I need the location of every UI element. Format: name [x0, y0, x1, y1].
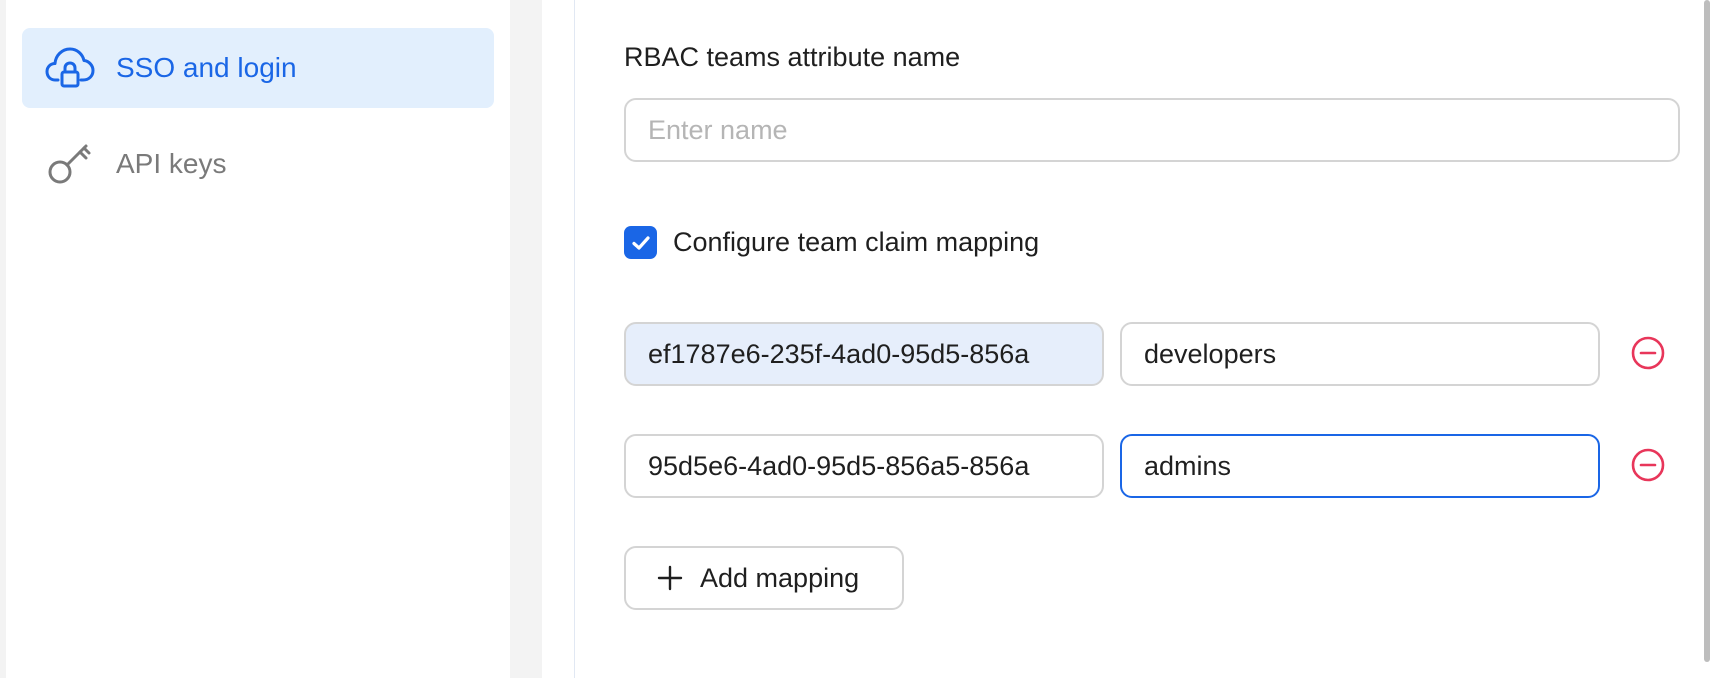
rbac-teams-attribute-input[interactable] [624, 98, 1680, 162]
remove-mapping-button[interactable] [1629, 334, 1667, 372]
mapping-team-input[interactable] [1120, 322, 1600, 386]
rbac-teams-attribute-label: RBAC teams attribute name [624, 42, 961, 72]
sidebar-item-label: SSO and login [116, 52, 297, 83]
remove-mapping-button[interactable] [1629, 446, 1667, 484]
plus-icon [656, 564, 684, 592]
team-claim-mapping-toggle[interactable]: Configure team claim mapping [624, 226, 1039, 259]
mapping-claim-input[interactable] [624, 434, 1104, 498]
sidebar-item-api-keys[interactable]: API keys [22, 124, 494, 204]
cloud-lock-icon [44, 42, 96, 94]
add-mapping-label: Add mapping [700, 562, 860, 593]
mapping-team-input[interactable] [1120, 434, 1600, 498]
key-icon [44, 138, 96, 190]
minus-circle-icon [1631, 336, 1665, 370]
minus-circle-icon [1631, 448, 1665, 482]
team-claim-mapping-label: Configure team claim mapping [673, 227, 1040, 257]
sso-settings-form: RBAC teams attribute name Configure team… [575, 0, 1710, 678]
sidebar: SSO and login API keys [0, 0, 510, 678]
settings-page: SSO and login API keys RBAC teams attrib… [0, 0, 1710, 678]
scrollbar[interactable] [1704, 0, 1710, 662]
checkmark-icon [631, 235, 650, 250]
mapping-claim-input[interactable] [624, 322, 1104, 386]
panel-divider [510, 0, 542, 678]
sidebar-item-label: API keys [116, 148, 227, 179]
add-mapping-button[interactable]: Add mapping [624, 546, 904, 610]
sidebar-item-sso-and-login[interactable]: SSO and login [22, 28, 494, 108]
team-claim-mapping-checkbox[interactable] [624, 226, 657, 259]
